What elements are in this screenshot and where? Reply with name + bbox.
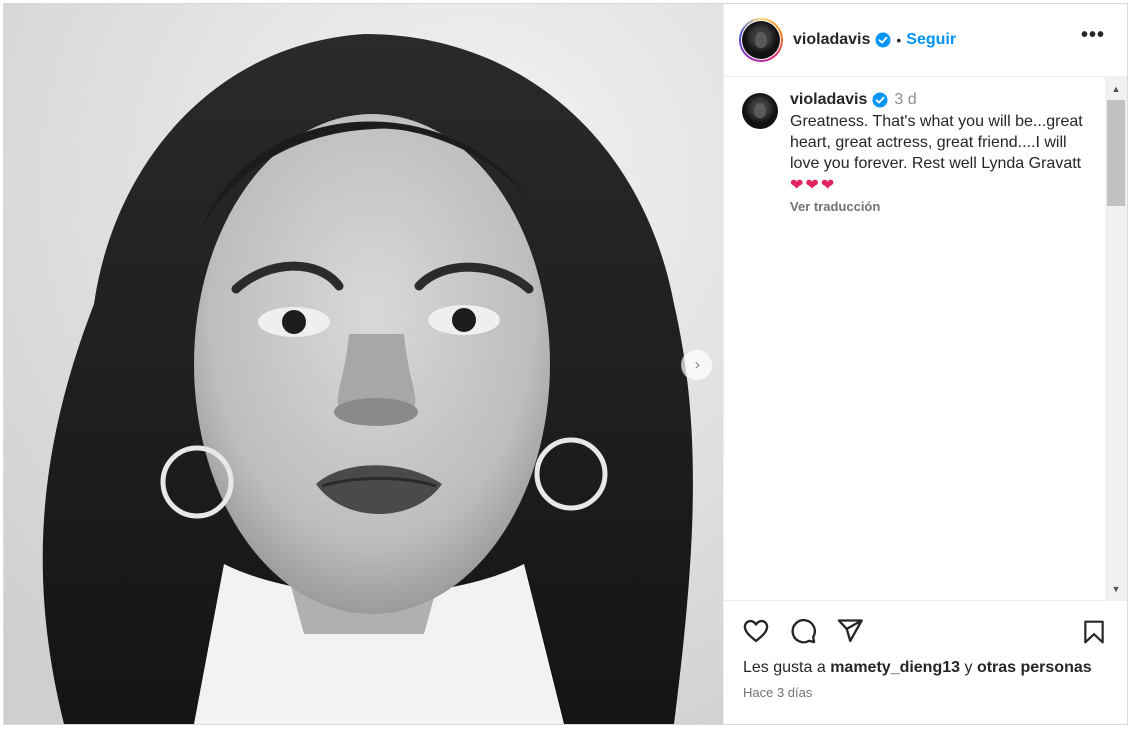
avatar[interactable] [742,21,780,59]
post-dialog: › violadavis • Seguir ••• violadavis 3 d… [3,3,1128,725]
heart-icon[interactable] [742,617,770,645]
post-media[interactable]: › [4,4,723,724]
verified-badge-icon [872,92,888,108]
liked-by-user[interactable]: mamety_dieng13 [830,659,960,676]
more-options-icon[interactable]: ••• [1081,25,1105,45]
likes-conjunction: y [964,659,973,676]
separator-dot: • [896,32,902,48]
likes-others[interactable]: otras personas [977,659,1092,676]
caption-time[interactable]: 3 d [894,91,916,109]
caption: violadavis 3 d Greatness. That's what yo… [742,91,1103,214]
send-icon[interactable] [836,617,864,645]
bookmark-icon[interactable] [1081,619,1107,645]
likes-prefix: Les gusta a [743,659,826,676]
heart-emojis: ❤❤❤ [790,175,837,194]
follow-button[interactable]: Seguir [906,31,956,49]
translate-link[interactable]: Ver traducción [790,199,1090,214]
caption-text-body: Greatness. That's what you will be...gre… [790,113,1083,172]
post-sidebar: violadavis • Seguir ••• violadavis 3 d G… [723,4,1127,724]
likes-line: Les gusta a mamety_dieng13 y otras perso… [724,659,1127,677]
story-ring[interactable] [739,18,783,62]
header-username[interactable]: violadavis [793,31,870,49]
comments-section: violadavis 3 d Greatness. That's what yo… [724,77,1127,601]
verified-badge-icon [875,32,891,48]
post-timestamp[interactable]: Hace 3 días [724,685,1127,700]
caption-text: Greatness. That's what you will be...gre… [790,111,1090,196]
comments-scrollbar[interactable]: ▲ ▼ [1105,77,1127,601]
comment-icon[interactable] [789,617,817,645]
post-photo [4,4,723,724]
post-header: violadavis • Seguir ••• [724,4,1127,77]
action-bar [724,601,1127,661]
scroll-down-arrow[interactable]: ▼ [1105,579,1127,599]
caption-username[interactable]: violadavis [790,91,867,109]
caption-avatar[interactable] [742,93,778,129]
chevron-right-icon: › [694,355,701,374]
scrollbar-thumb[interactable] [1107,100,1125,206]
scroll-up-arrow[interactable]: ▲ [1105,79,1127,99]
next-image-button[interactable]: › [681,349,713,381]
